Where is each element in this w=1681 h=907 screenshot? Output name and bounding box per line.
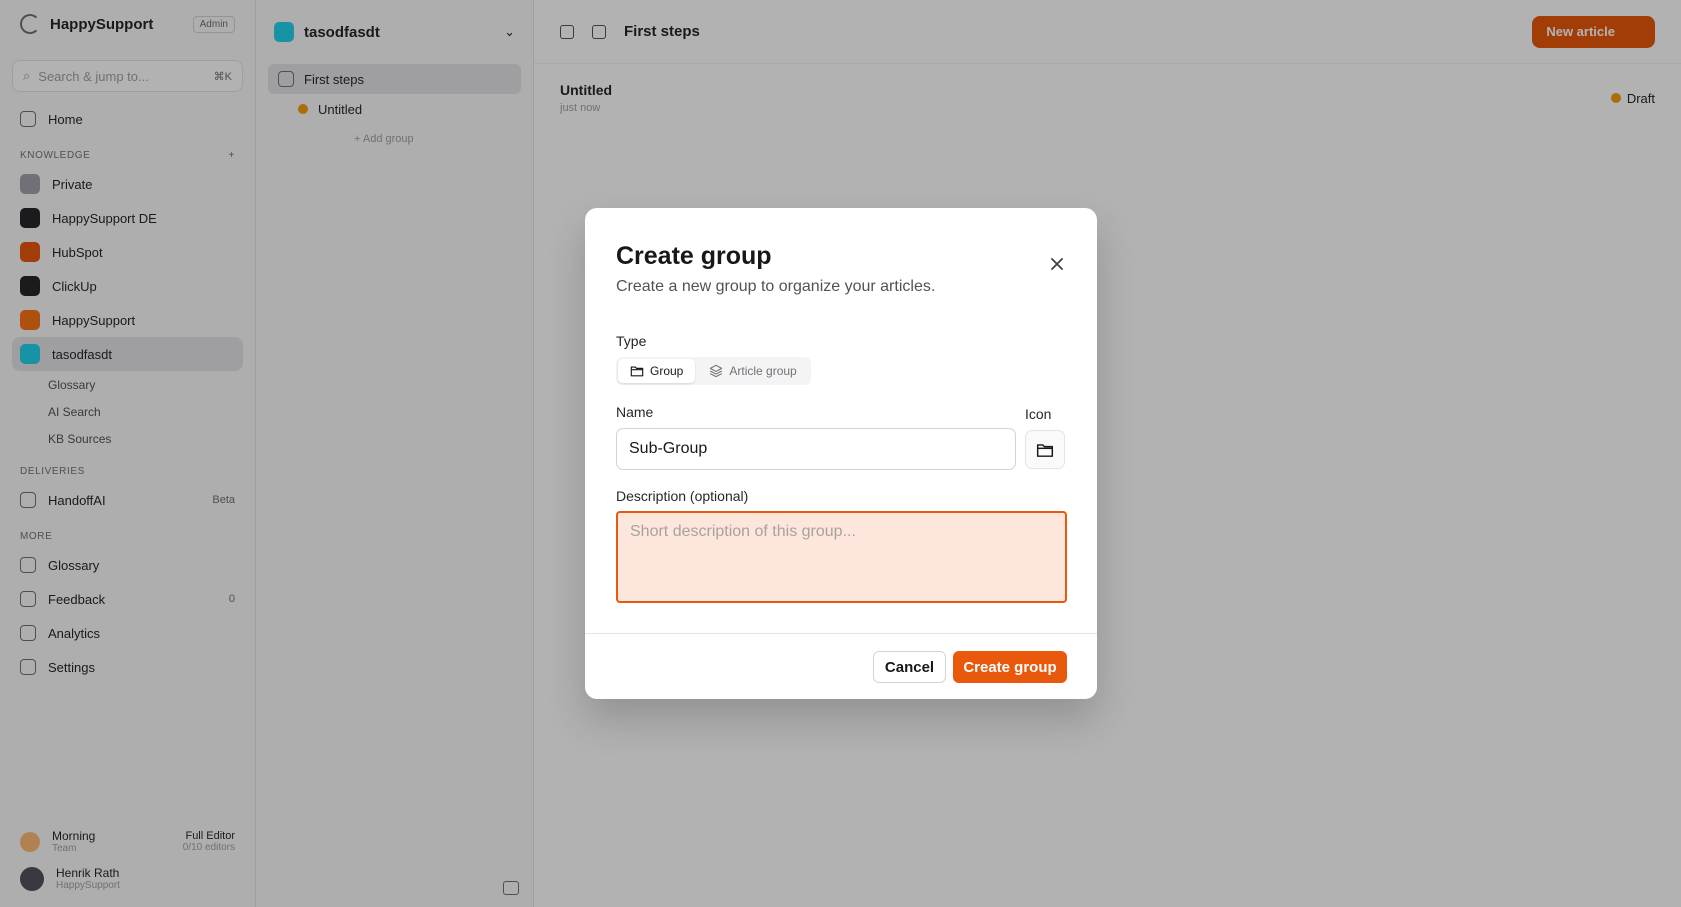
close-icon (1051, 258, 1063, 270)
dialog-title: Create group (616, 242, 772, 270)
type-option-group[interactable]: Group (618, 359, 696, 383)
create-group-button[interactable]: Create group (953, 651, 1067, 683)
folder-icon (1036, 443, 1054, 457)
type-toggle: Group Article group (616, 357, 811, 385)
type-label: Type (616, 333, 647, 349)
dialog-subtitle: Create a new group to organize your arti… (616, 278, 936, 295)
close-button[interactable] (1045, 252, 1069, 276)
create-group-dialog: Create group Create a new group to organ… (585, 208, 1097, 699)
description-field[interactable] (616, 511, 1067, 603)
app-window: HappySupport Admin ⌕ Search & jump to...… (0, 0, 1681, 907)
cancel-button[interactable]: Cancel (873, 651, 946, 683)
icon-label: Icon (1025, 406, 1052, 422)
dialog-divider (585, 633, 1097, 634)
description-label: Description (optional) (616, 488, 749, 504)
folder-icon (630, 366, 644, 377)
layers-icon (710, 364, 723, 378)
type-option-label: Group (650, 364, 684, 378)
name-field[interactable] (616, 428, 1016, 470)
type-option-article-group[interactable]: Article group (697, 359, 808, 383)
name-label: Name (616, 404, 654, 420)
type-option-label: Article group (729, 364, 797, 378)
icon-picker-button[interactable] (1025, 430, 1065, 469)
